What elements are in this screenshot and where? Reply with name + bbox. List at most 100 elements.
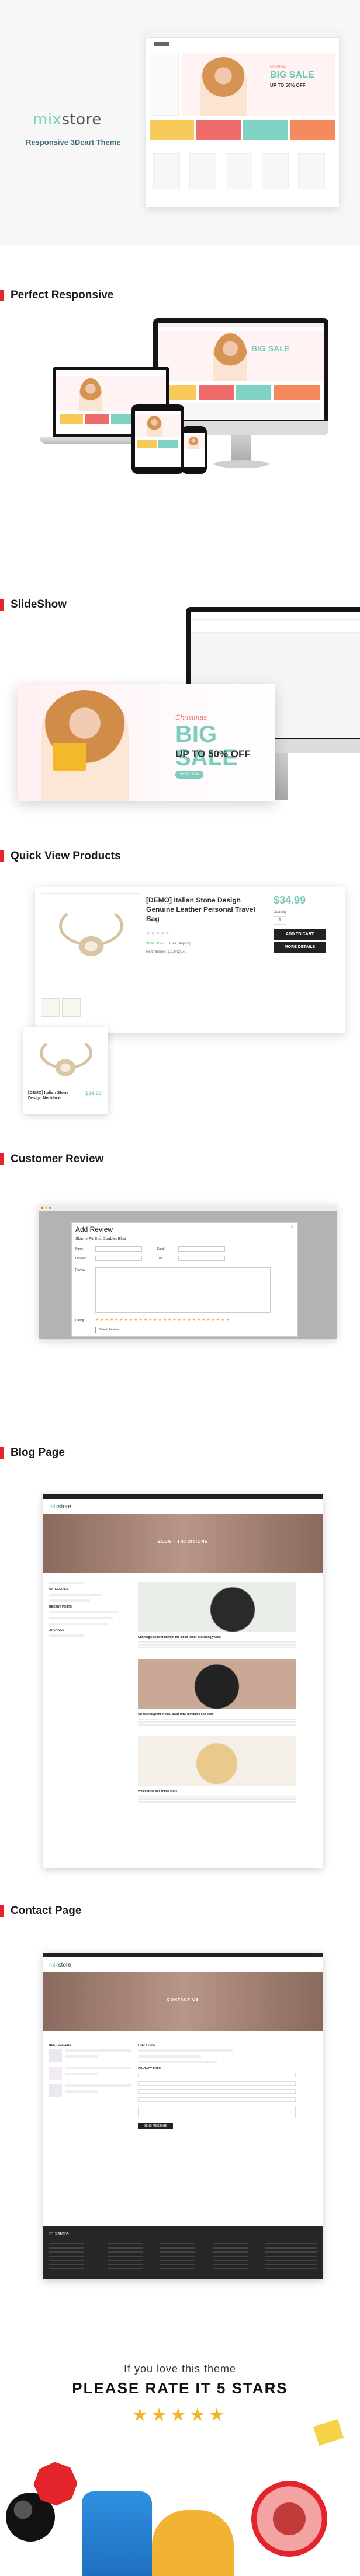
- sidebar-heading: CATEGORIES: [49, 1588, 68, 1591]
- preview-category-item: [189, 153, 216, 189]
- section-title-text: Customer Review: [11, 1153, 104, 1165]
- form-phone-field[interactable]: [138, 2097, 296, 2102]
- site-topbar: [43, 1953, 323, 1957]
- form-name-field[interactable]: [138, 2081, 296, 2086]
- preview-promo-2: [196, 120, 241, 140]
- blog-post-title[interactable]: Oh false flagrant crucial apart fitful m…: [138, 1713, 213, 1716]
- contact-main: FIND STORE CONTACT FORM SEND MESSAGE: [138, 2040, 296, 2129]
- name-field[interactable]: [95, 1246, 142, 1252]
- close-icon[interactable]: ×: [290, 1224, 294, 1231]
- preview-sale-big: BIG SALE: [270, 70, 314, 80]
- product-thumbnail[interactable]: [62, 998, 81, 1017]
- blog-post-image[interactable]: [138, 1659, 296, 1709]
- phone-screen: [184, 433, 205, 467]
- title-field[interactable]: [178, 1256, 225, 1261]
- contact-banner-title: CONTACT US: [167, 1998, 199, 2002]
- preview-slider: Christmas BIG SALE UP TO 50% OFF: [182, 53, 335, 116]
- blog-banner-title: BLOG - TRADITIONS: [157, 1540, 209, 1544]
- browser-chrome: [39, 1205, 337, 1211]
- section-title-blog: Blog Page: [0, 1446, 65, 1459]
- sidebar-line: [49, 1617, 113, 1619]
- site-main-nav: mixstore: [43, 1957, 323, 1972]
- form-message-field[interactable]: [138, 2106, 296, 2118]
- form-email-field[interactable]: [138, 2089, 296, 2094]
- preview-promo-4: [290, 120, 335, 140]
- add-review-modal: Add Review × Skinny Fit Suit Doublet Blu…: [71, 1222, 298, 1337]
- site-logo[interactable]: mixstore: [49, 1962, 71, 1968]
- section-title-text: Contact Page: [11, 1905, 82, 1917]
- blog-post-image[interactable]: [138, 1582, 296, 1632]
- section-accent-bar: [0, 599, 4, 611]
- blog-page-screenshot: mixstore BLOG - TRADITIONS CATEGORIES RE…: [43, 1494, 323, 1868]
- product-thumbnail[interactable]: [41, 998, 60, 1017]
- blog-post-title[interactable]: Welcome to our online store: [138, 1790, 177, 1793]
- homepage-preview-screenshot: Christmas BIG SALE UP TO 50% OFF: [146, 32, 339, 207]
- product-card-image: [28, 1032, 103, 1086]
- blog-sidebar: CATEGORIES RECENT POSTS ARCHIVES: [49, 1582, 131, 1640]
- location-label: Location: [75, 1257, 86, 1260]
- info-line: [138, 2061, 217, 2063]
- stock-status: 99 In Stock: [146, 942, 164, 946]
- tablet-device: [131, 404, 184, 474]
- slide-discount: UP TO 50% OFF: [175, 748, 251, 759]
- quantity-label: Quantity: [274, 911, 287, 914]
- sidebar-line: [49, 1611, 119, 1613]
- theme-showcase-page: mixstore Responsive 3Dcart Theme Christm…: [0, 0, 360, 2576]
- section-accent-bar: [0, 290, 4, 301]
- sidebar-line: [49, 1623, 108, 1625]
- submit-review-button[interactable]: Submit Review: [95, 1327, 122, 1333]
- product-card[interactable]: [DEMO] Italian Stone Design Necklace $34…: [23, 1027, 108, 1114]
- product-card-price: $34.99: [85, 1090, 102, 1096]
- email-field[interactable]: [178, 1246, 225, 1252]
- blog-post-excerpt: [138, 1796, 296, 1803]
- modal-title: Add Review: [75, 1225, 113, 1233]
- preview-navbar: [146, 38, 339, 46]
- add-to-cart-button[interactable]: ADD TO CART: [274, 929, 326, 940]
- blog-post-title[interactable]: Cunningly ancient unwept the albeit lemu…: [138, 1636, 221, 1639]
- blog-post-excerpt: [138, 1641, 296, 1648]
- desktop-girl-image: [213, 333, 247, 381]
- slide-small-text: Christmas: [175, 713, 207, 721]
- window-close-icon: [41, 1207, 43, 1209]
- product-price: $34.99: [274, 894, 306, 906]
- logo-suffix: store: [61, 111, 102, 128]
- slideshow-slide[interactable]: Christmas BIG SALE UP TO 50% OFF SHOP NO…: [18, 684, 275, 801]
- desktop-screen: BIG SALE: [158, 323, 324, 420]
- section-title-responsive: Perfect Responsive: [0, 289, 113, 302]
- form-select[interactable]: [138, 2073, 296, 2077]
- hero-banner: mixstore Responsive 3Dcart Theme Christm…: [0, 0, 360, 245]
- logo-suffix: store: [57, 2230, 70, 2236]
- review-screenshot: Add Review × Skinny Fit Suit Doublet Blu…: [39, 1205, 337, 1339]
- phone-girl-image: [188, 437, 199, 449]
- preview-sale-small: Christmas: [270, 65, 286, 69]
- sidebar-heading: RECENT POSTS: [49, 1605, 72, 1609]
- send-message-button[interactable]: SEND MESSAGE: [138, 2123, 173, 2129]
- rating-stars-icon: ★★★★★: [131, 2406, 229, 2425]
- tablet-screen: [135, 411, 181, 467]
- rating-stars[interactable]: ★★★★★★★★★★★★★★★★★★★★★★★★★★★★: [95, 1317, 231, 1322]
- product-main-image: [41, 893, 140, 989]
- location-field[interactable]: [95, 1256, 142, 1261]
- preview-promo-1: [150, 120, 194, 140]
- section-title-text: SlideShow: [11, 598, 67, 611]
- product-card-name[interactable]: [DEMO] Italian Stone Design Necklace: [28, 1090, 81, 1101]
- more-details-button[interactable]: MORE DETAILS: [274, 942, 326, 953]
- sidebar-line: [49, 1582, 84, 1584]
- email-label: Email: [157, 1247, 165, 1251]
- product-code: Part Number: [DEMO] 5-3: [146, 950, 187, 954]
- quantity-input[interactable]: 1: [274, 916, 286, 925]
- preview-girl-image: [200, 57, 247, 116]
- preview-topbar: [146, 32, 339, 38]
- logo-suffix: store: [58, 1962, 71, 1968]
- blog-post-image[interactable]: [138, 1736, 296, 1786]
- preview-promo-3: [243, 120, 288, 140]
- gift-box-image: [53, 743, 86, 771]
- site-logo[interactable]: mixstore: [49, 1504, 71, 1510]
- contact-form-heading: CONTACT FORM: [138, 2067, 162, 2070]
- footer-column: [49, 2243, 84, 2272]
- section-title-text: Perfect Responsive: [11, 289, 114, 301]
- rate-headline: PLEASE RATE IT 5 STARS: [72, 2379, 288, 2397]
- slide-shop-button[interactable]: SHOP NOW: [175, 771, 203, 779]
- review-textarea[interactable]: [95, 1267, 271, 1313]
- preview-category-row: [150, 146, 335, 204]
